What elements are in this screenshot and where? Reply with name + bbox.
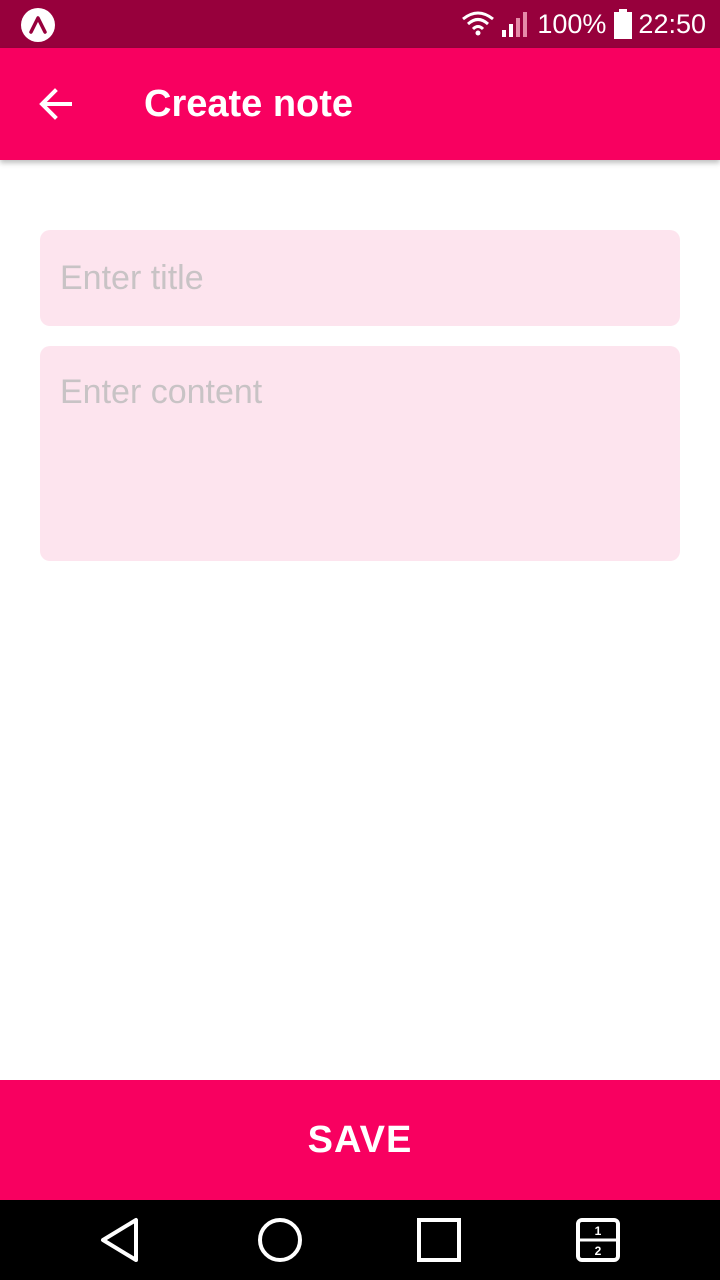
nav-home-button[interactable] <box>220 1200 340 1280</box>
back-arrow-icon <box>39 88 72 120</box>
split-screen-icon: 1 2 <box>576 1218 620 1262</box>
status-bar: 100% 22:50 <box>0 0 720 48</box>
back-triangle-icon <box>101 1218 138 1262</box>
back-button[interactable] <box>28 76 84 132</box>
android-app-icon <box>21 8 55 42</box>
signal-icon <box>502 12 528 37</box>
split-label-bottom: 2 <box>595 1244 602 1258</box>
screen: 100% 22:50 Create note SAVE <box>0 0 720 1280</box>
content-input[interactable] <box>40 346 680 561</box>
battery-icon <box>614 9 633 39</box>
system-nav-bar: 1 2 <box>0 1200 720 1280</box>
wifi-icon <box>462 11 495 36</box>
page-title: Create note <box>144 83 354 125</box>
status-time: 22:50 <box>638 8 706 39</box>
nav-split-screen-button[interactable]: 1 2 <box>538 1200 658 1280</box>
battery-percent: 100% <box>537 8 607 39</box>
nav-back-button[interactable] <box>60 1200 180 1280</box>
title-input[interactable] <box>40 230 680 326</box>
app-bar: Create note <box>0 48 720 160</box>
status-indicators: 100% 22:50 <box>461 0 706 48</box>
recents-square-icon <box>417 1218 461 1262</box>
home-circle-icon <box>258 1218 302 1262</box>
save-button[interactable]: SAVE <box>0 1080 720 1200</box>
split-label-top: 1 <box>595 1224 602 1238</box>
nav-recents-button[interactable] <box>379 1200 499 1280</box>
